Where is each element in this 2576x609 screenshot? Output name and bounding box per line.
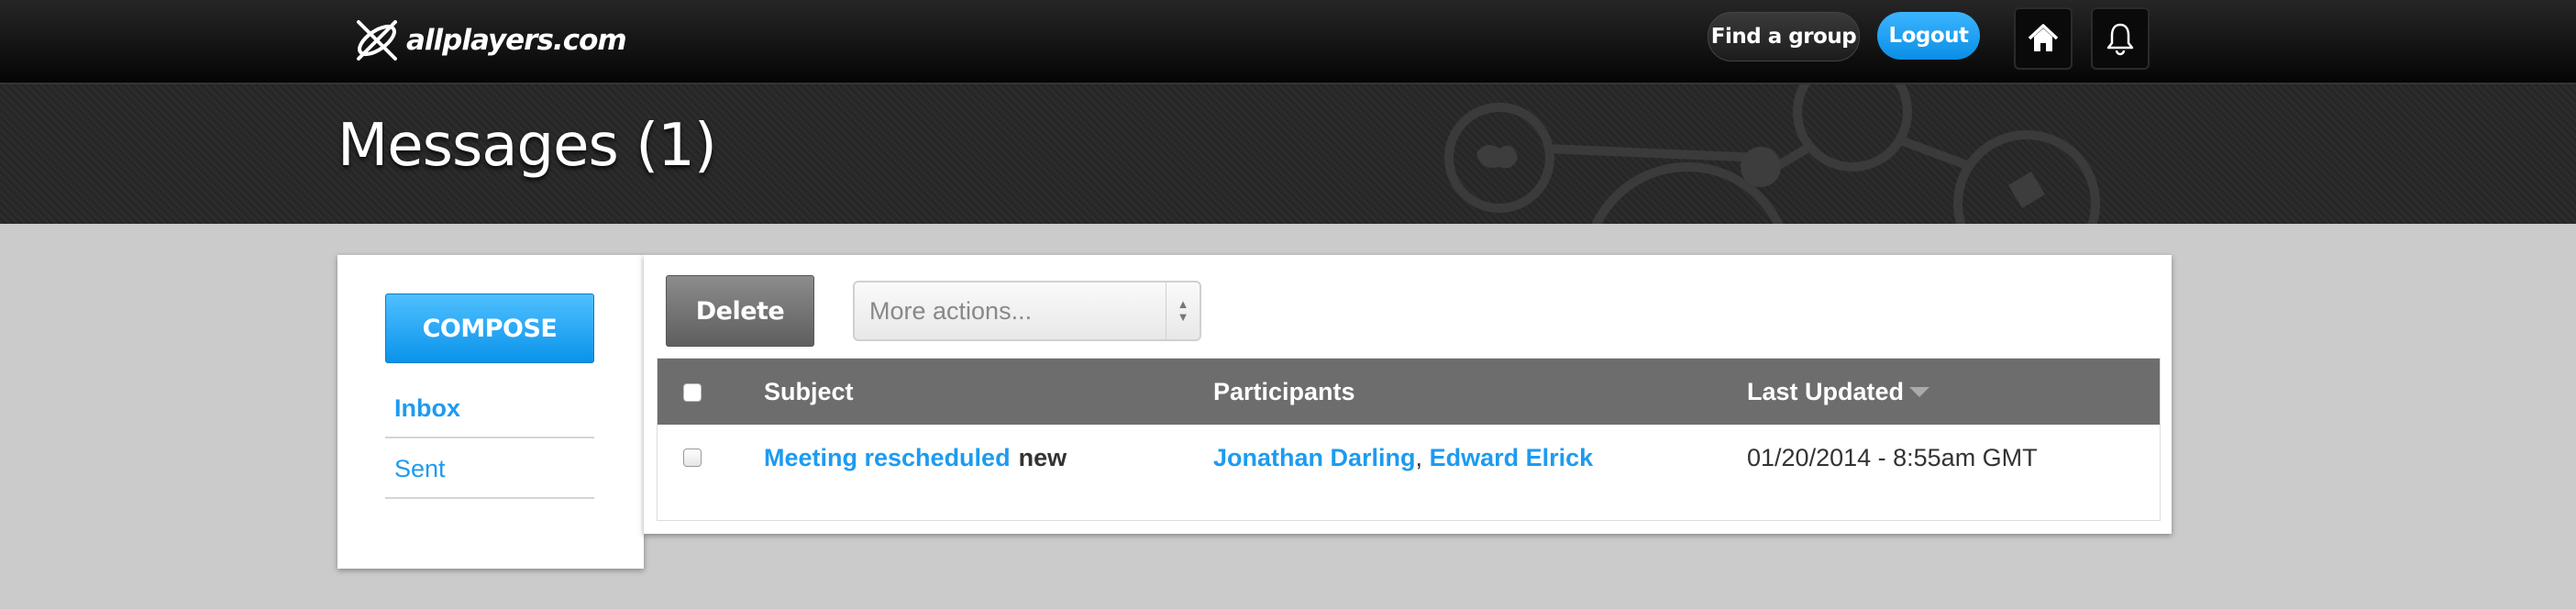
more-actions-placeholder: More actions... [869,296,1033,325]
table-header-row: Subject Participants Last Updated [658,359,2160,425]
decorative-network-graphic [1444,84,2100,224]
home-button[interactable] [2014,7,2073,70]
participants-cell: Jonathan Darling, Edward Elrick [1213,425,1593,491]
select-all-checkbox[interactable] [683,383,702,402]
column-header-subject[interactable]: Subject [764,359,854,425]
bell-icon [2106,23,2134,56]
messages-sidebar: COMPOSE Inbox Sent [337,255,644,569]
last-updated-date: 01/20/2014 - 8:55am GMT [1747,443,2038,471]
participant-separator: , [1415,443,1423,471]
logout-button[interactable]: Logout [1877,12,1980,60]
messages-table: Subject Participants Last Updated Meetin… [657,358,2161,521]
folder-inbox-link[interactable]: Inbox [385,380,594,438]
site-logo[interactable]: allplayers.com [351,13,627,68]
sort-descending-icon [1909,386,1930,397]
folder-inbox-label: Inbox [394,393,460,422]
folder-sent-label: Sent [394,454,446,482]
table-row: Meeting rescheduled new Jonathan Darling… [658,425,2160,491]
more-actions-select[interactable]: More actions... ▲ ▼ [853,281,1201,341]
find-a-group-button[interactable]: Find a group [1708,12,1860,61]
top-navigation-bar: allplayers.com Find a group Logout [0,0,2576,84]
logo-icon [357,20,397,61]
participant-link[interactable]: Edward Elrick [1430,444,1594,472]
folder-sent-link[interactable]: Sent [385,440,594,499]
page-title: Messages (1) [337,112,717,180]
home-icon [2028,24,2059,51]
new-message-badge: new [1018,443,1067,471]
message-subject-link[interactable]: Meeting rescheduled [764,444,1011,472]
column-header-last-updated[interactable]: Last Updated [1747,359,1930,425]
column-header-participants[interactable]: Participants [1213,359,1355,425]
notifications-button[interactable] [2091,7,2150,70]
participant-link[interactable]: Jonathan Darling [1213,444,1416,472]
compose-button[interactable]: COMPOSE [385,293,594,363]
last-updated-cell: 01/20/2014 - 8:55am GMT [1747,425,2038,491]
row-select-checkbox[interactable] [683,448,702,467]
logo-text: allplayers.com [406,24,627,57]
subject-cell: Meeting rescheduled new [764,425,1067,491]
messages-panel: Delete More actions... ▲ ▼ Subject Partic… [644,255,2172,534]
page-header-banner: Messages (1) [0,84,2576,224]
delete-button[interactable]: Delete [666,275,814,347]
select-arrows-icon: ▲ ▼ [1166,282,1200,339]
